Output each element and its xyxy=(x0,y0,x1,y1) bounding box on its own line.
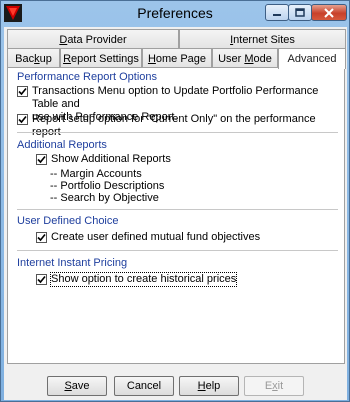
checkbox-show-additional-reports[interactable]: Show Additional Reports xyxy=(36,153,171,166)
tab-advanced[interactable]: Advanced xyxy=(278,48,346,69)
checkbox-label: Create user defined mutual fund objectiv… xyxy=(51,231,261,243)
cancel-button-label: Cancel xyxy=(126,380,162,392)
tab-label: Home Page xyxy=(147,52,207,65)
separator xyxy=(17,132,338,133)
checkmark-icon xyxy=(18,115,27,124)
separator xyxy=(17,250,338,251)
close-icon xyxy=(324,7,334,18)
checkbox-current-only-report[interactable]: Report setup option for "Current Only" o… xyxy=(17,113,344,139)
group-title-user-defined: User Defined Choice xyxy=(17,215,119,227)
tab-label-rest: ata Provider xyxy=(67,33,127,46)
tab-home-page[interactable]: Home Page xyxy=(142,48,212,68)
tab-label: Data Provider xyxy=(59,33,127,46)
tab-label: Advanced xyxy=(287,53,337,65)
tab-label: Internet Sites xyxy=(230,33,295,46)
title-bar[interactable]: Preferences xyxy=(1,1,349,27)
cancel-button[interactable]: Cancel xyxy=(114,376,174,396)
exit-button[interactable]: Exit xyxy=(244,376,304,396)
maximize-icon xyxy=(295,8,305,17)
checkmark-icon xyxy=(37,275,46,284)
checkbox-box[interactable] xyxy=(36,154,47,165)
tab-label: Backup xyxy=(15,52,52,65)
advanced-tab-panel: Performance Report Options Transactions … xyxy=(7,67,345,364)
tab-internet-sites[interactable]: Internet Sites xyxy=(179,29,346,49)
checkbox-box[interactable] xyxy=(36,232,47,243)
checkbox-label-line1: Transactions Menu option to Update Portf… xyxy=(32,85,319,110)
close-button[interactable] xyxy=(311,4,347,21)
tab-label-rest: nternet Sites xyxy=(233,33,295,46)
exit-button-label: Exit xyxy=(264,380,284,392)
save-button-label: Save xyxy=(64,380,90,392)
save-button[interactable]: Save xyxy=(47,376,107,396)
checkbox-box[interactable] xyxy=(17,86,28,97)
tab-report-settings[interactable]: Report Settings xyxy=(60,48,142,68)
tab-data-provider[interactable]: Data Provider xyxy=(7,29,179,49)
mnemonic: x xyxy=(272,380,278,392)
group-title-additional-reports: Additional Reports xyxy=(17,139,107,151)
tab-backup[interactable]: Backup xyxy=(7,48,60,68)
minimize-icon xyxy=(273,13,281,16)
checkbox-user-defined-objectives[interactable]: Create user defined mutual fund objectiv… xyxy=(36,231,260,244)
separator xyxy=(17,209,338,210)
tab-user-mode[interactable]: User Mode xyxy=(212,48,278,68)
checkbox-label: Report setup option for "Current Only" o… xyxy=(32,113,316,138)
tab-row-top: Data Provider Internet Sites xyxy=(7,29,346,49)
checkbox-box[interactable] xyxy=(17,114,28,125)
group-title-performance: Performance Report Options xyxy=(17,71,158,83)
maximize-button[interactable] xyxy=(288,4,312,21)
tab-label: User Mode xyxy=(218,52,272,65)
minimize-button[interactable] xyxy=(265,4,289,21)
help-button-label: Help xyxy=(197,380,221,392)
checkbox-box[interactable] xyxy=(36,274,47,285)
mnemonic: H xyxy=(197,380,206,392)
tab-row-bottom: Backup Report Settings Home Page User Mo… xyxy=(7,48,346,69)
checkbox-label: Show option to create historical prices xyxy=(49,272,238,287)
report-item-search-by-objective: -- Search by Objective xyxy=(50,192,159,204)
preferences-window: Preferences Data Provider Internet Sites… xyxy=(0,0,350,402)
dialog-client-area: Data Provider Internet Sites Backup Repo… xyxy=(4,27,347,400)
checkmark-icon xyxy=(37,155,46,164)
mnemonic: S xyxy=(64,380,72,392)
checkbox-historical-prices[interactable]: Show option to create historical prices xyxy=(36,272,238,287)
checkmark-icon xyxy=(18,87,27,96)
group-title-internet-pricing: Internet Instant Pricing xyxy=(17,257,128,269)
tab-label: Report Settings xyxy=(63,52,139,65)
help-button[interactable]: Help xyxy=(179,376,239,396)
checkbox-label: Show Additional Reports xyxy=(51,153,171,165)
checkmark-icon xyxy=(37,233,46,242)
